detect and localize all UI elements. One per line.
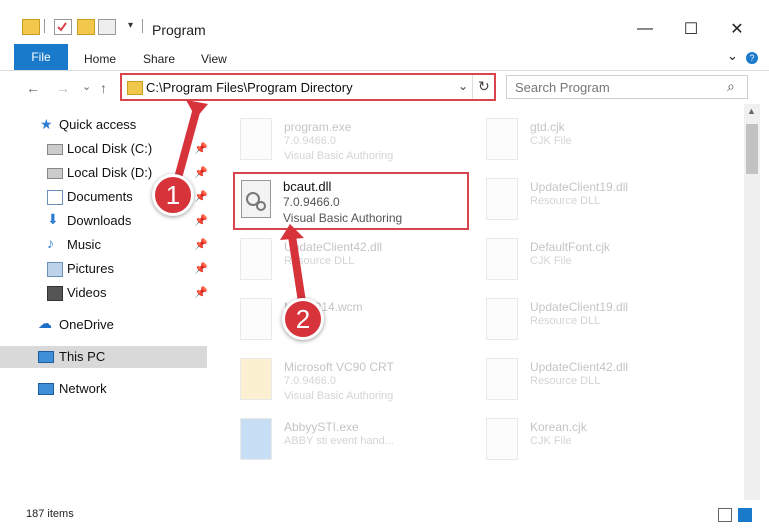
item-count: 187 items — [26, 508, 74, 520]
arrow-1-head — [186, 100, 208, 118]
status-bar: 187 items — [0, 500, 769, 532]
arrow-1 — [174, 110, 200, 180]
arrow-2 — [288, 235, 306, 303]
scroll-up-icon[interactable]: ▲ — [747, 106, 756, 116]
callout-2: 2 — [282, 298, 324, 340]
scrollbar-thumb[interactable] — [746, 124, 758, 174]
large-icons-view-icon[interactable] — [738, 508, 752, 522]
vertical-scrollbar[interactable]: ▲ — [744, 104, 760, 500]
arrow-2-head — [280, 224, 304, 240]
annotation-arrows — [174, 100, 306, 303]
details-view-icon[interactable] — [718, 508, 732, 522]
callout-1: 1 — [152, 174, 194, 216]
